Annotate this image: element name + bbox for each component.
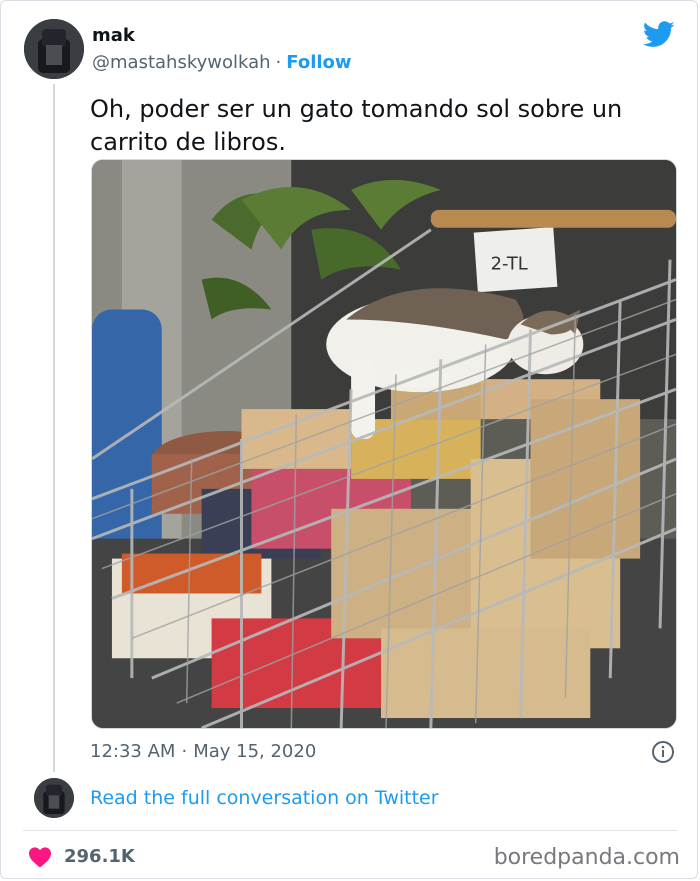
photo-cat-on-book-cart: 2-TL xyxy=(92,160,676,728)
tweet-card: mak @mastahskywolkah · Follow Oh, poder se… xyxy=(0,0,698,879)
author-name[interactable]: mak xyxy=(92,25,135,46)
tweet-timestamp[interactable]: 12:33 AM · May 15, 2020 xyxy=(90,741,316,762)
like-count: 296.1K xyxy=(64,846,135,867)
tweet-text: Oh, poder ser un gato tomando sol sobre … xyxy=(90,95,623,156)
author-avatar[interactable] xyxy=(24,19,84,79)
heart-icon[interactable] xyxy=(28,846,52,868)
author-handle[interactable]: @mastahskywolkah xyxy=(92,52,271,73)
tweet-time: 12:33 AM xyxy=(90,741,176,762)
separator-dot: · xyxy=(275,52,282,73)
thread-line xyxy=(53,84,55,772)
avatar-image xyxy=(24,19,84,79)
tweet-photo[interactable]: 2-TL xyxy=(91,159,677,729)
read-conversation-link[interactable]: Read the full conversation on Twitter xyxy=(90,787,439,809)
reply-avatar[interactable] xyxy=(34,778,74,818)
tweet-date: May 15, 2020 xyxy=(193,741,317,762)
info-icon[interactable] xyxy=(651,740,675,764)
watermark: boredpanda.com xyxy=(493,845,680,870)
avatar-image xyxy=(34,778,74,818)
divider xyxy=(23,830,677,831)
twitter-bird-icon[interactable] xyxy=(643,21,675,48)
follow-button[interactable]: Follow xyxy=(286,52,351,73)
svg-text:2-TL: 2-TL xyxy=(491,254,528,275)
separator-dot: · xyxy=(181,741,188,762)
author-handle-row: @mastahskywolkah · Follow xyxy=(92,52,352,73)
